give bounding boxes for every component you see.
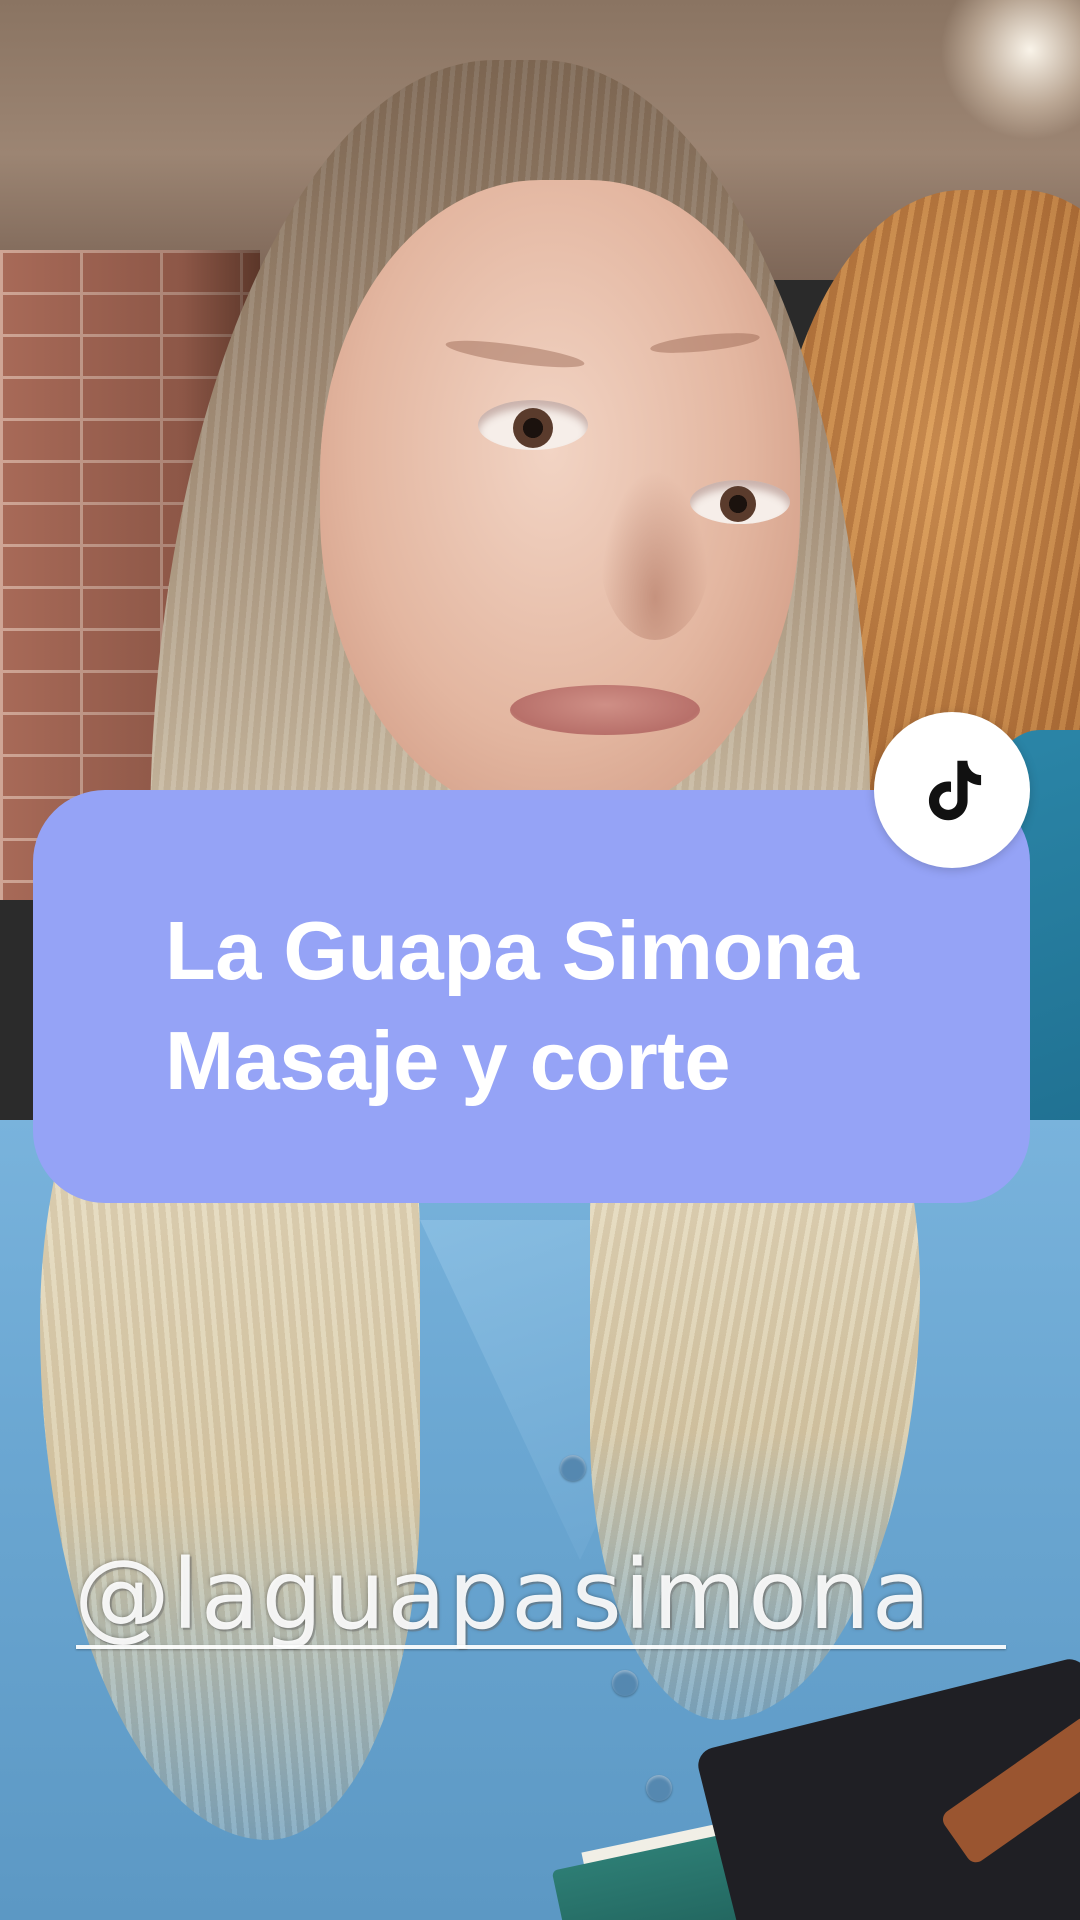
caption-title: La Guapa Simona [165,904,859,997]
shirt-button [560,1455,586,1481]
video-frame: La Guapa Simona Masaje y corte @laguapas… [0,0,1080,1920]
nose [600,470,710,640]
tiktok-badge[interactable] [874,712,1030,868]
tiktok-logo-icon [928,760,982,821]
watermark-underline [76,1645,1006,1649]
shirt-button [612,1670,638,1696]
caption-subtitle: Masaje y corte [165,1014,731,1107]
lips [510,685,700,735]
left-eye [478,400,588,450]
watermark-handle: @laguapasimona [74,1539,933,1651]
caption-text: La Guapa Simona Masaje y corte [165,896,985,1116]
shirt-button [646,1775,672,1801]
